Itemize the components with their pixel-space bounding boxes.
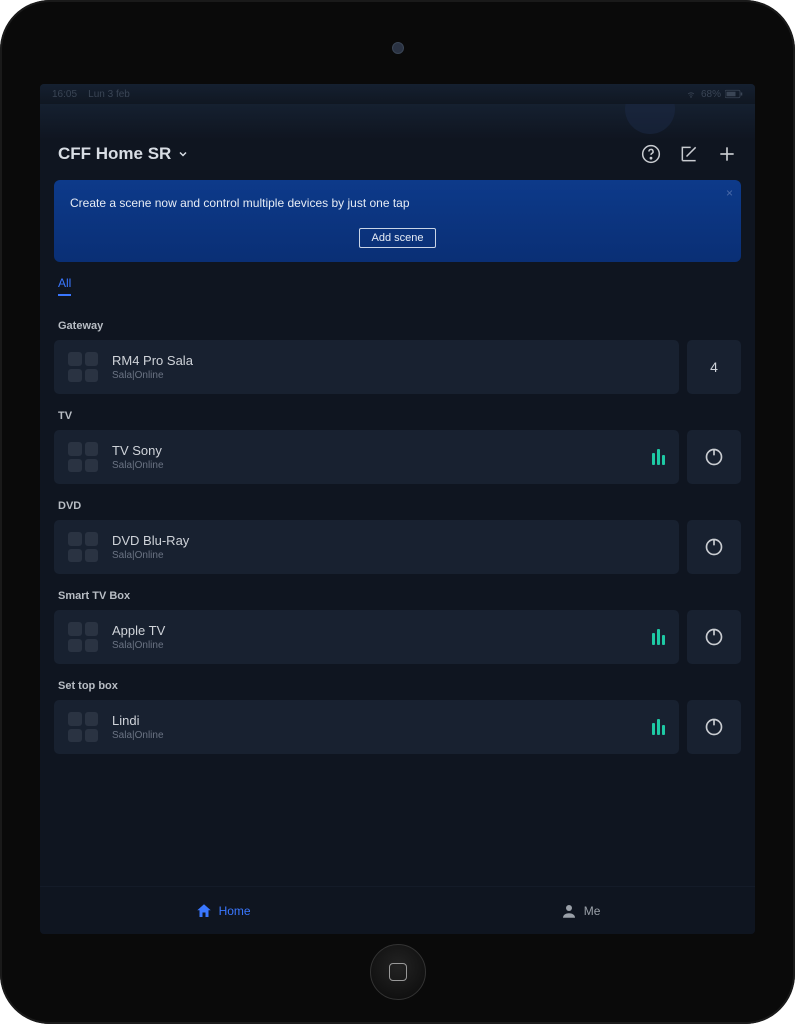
device-name: DVD Blu-Ray [112,533,665,548]
device-info: RM4 Pro Sala Sala|Online [112,353,665,381]
wifi-icon [685,89,697,99]
status-battery-text: 68% [701,89,721,100]
close-icon[interactable]: × [726,186,733,200]
device-info: Lindi Sala|Online [112,713,644,741]
status-right: 68% [685,89,743,100]
device-grid-icon [68,622,98,652]
equalizer-icon[interactable] [652,629,665,645]
device-grid-icon [68,532,98,562]
device-count-button[interactable]: 4 [687,340,741,394]
home-icon [195,902,213,920]
nav-home-label: Home [219,904,251,918]
device-row: Apple TV Sala|Online [54,610,741,664]
chevron-down-icon [177,148,189,160]
device-list: Gateway RM4 Pro Sala Sala|Online 4 TV [40,300,755,886]
device-info: Apple TV Sala|Online [112,623,644,651]
front-camera [392,42,404,54]
help-icon[interactable] [641,144,661,164]
device-sub: Sala|Online [112,370,665,381]
device-card[interactable]: Lindi Sala|Online [54,700,679,754]
home-title-text: CFF Home SR [58,144,171,164]
edit-icon[interactable] [679,144,699,164]
device-sub: Sala|Online [112,640,644,651]
device-name: Lindi [112,713,644,728]
device-name: RM4 Pro Sala [112,353,665,368]
device-card[interactable]: TV Sony Sala|Online [54,430,679,484]
section-label-settopbox: Set top box [58,680,737,692]
equalizer-icon[interactable] [652,449,665,465]
section-label-smarttvbox: Smart TV Box [58,590,737,602]
device-row: TV Sony Sala|Online [54,430,741,484]
banner-text: Create a scene now and control multiple … [70,196,725,210]
tab-all[interactable]: All [58,276,71,296]
device-sub: Sala|Online [112,550,665,561]
power-icon [704,447,724,467]
tablet-home-button[interactable] [370,944,426,1000]
bottom-nav: Home Me [40,886,755,934]
power-button[interactable] [687,430,741,484]
equalizer-icon[interactable] [652,719,665,735]
device-sub: Sala|Online [112,730,644,741]
device-card[interactable]: RM4 Pro Sala Sala|Online [54,340,679,394]
device-grid-icon [68,442,98,472]
device-name: Apple TV [112,623,644,638]
power-icon [704,717,724,737]
header-actions [641,144,737,164]
section-label-tv: TV [58,410,737,422]
device-row: RM4 Pro Sala Sala|Online 4 [54,340,741,394]
power-button[interactable] [687,520,741,574]
power-button[interactable] [687,610,741,664]
device-grid-icon [68,712,98,742]
status-bar: 16:05 Lun 3 feb 68% [40,84,755,104]
section-label-gateway: Gateway [58,320,737,332]
status-time: 16:05 [52,89,77,100]
filter-tabs: All [40,262,755,300]
scene-banner: × Create a scene now and control multipl… [54,180,741,262]
battery-icon [725,89,743,99]
device-row: DVD Blu-Ray Sala|Online [54,520,741,574]
section-label-dvd: DVD [58,500,737,512]
tablet-frame: 16:05 Lun 3 feb 68% CFF Home SR [0,0,795,1024]
power-icon [704,537,724,557]
header-background [40,104,755,140]
power-button[interactable] [687,700,741,754]
nav-me[interactable]: Me [560,902,601,920]
app-header: CFF Home SR [40,140,755,174]
device-info: TV Sony Sala|Online [112,443,644,471]
add-icon[interactable] [717,144,737,164]
power-icon [704,627,724,647]
device-info: DVD Blu-Ray Sala|Online [112,533,665,561]
app-screen: 16:05 Lun 3 feb 68% CFF Home SR [40,84,755,934]
nav-me-label: Me [584,904,601,918]
device-row: Lindi Sala|Online [54,700,741,754]
user-icon [560,902,578,920]
device-name: TV Sony [112,443,644,458]
status-date: Lun 3 feb [88,89,130,100]
nav-home[interactable]: Home [195,902,251,920]
device-card[interactable]: Apple TV Sala|Online [54,610,679,664]
home-selector[interactable]: CFF Home SR [58,144,189,164]
device-count: 4 [710,359,718,375]
status-left: 16:05 Lun 3 feb [52,89,130,100]
device-grid-icon [68,352,98,382]
add-scene-button[interactable]: Add scene [359,228,437,248]
device-sub: Sala|Online [112,460,644,471]
device-card[interactable]: DVD Blu-Ray Sala|Online [54,520,679,574]
